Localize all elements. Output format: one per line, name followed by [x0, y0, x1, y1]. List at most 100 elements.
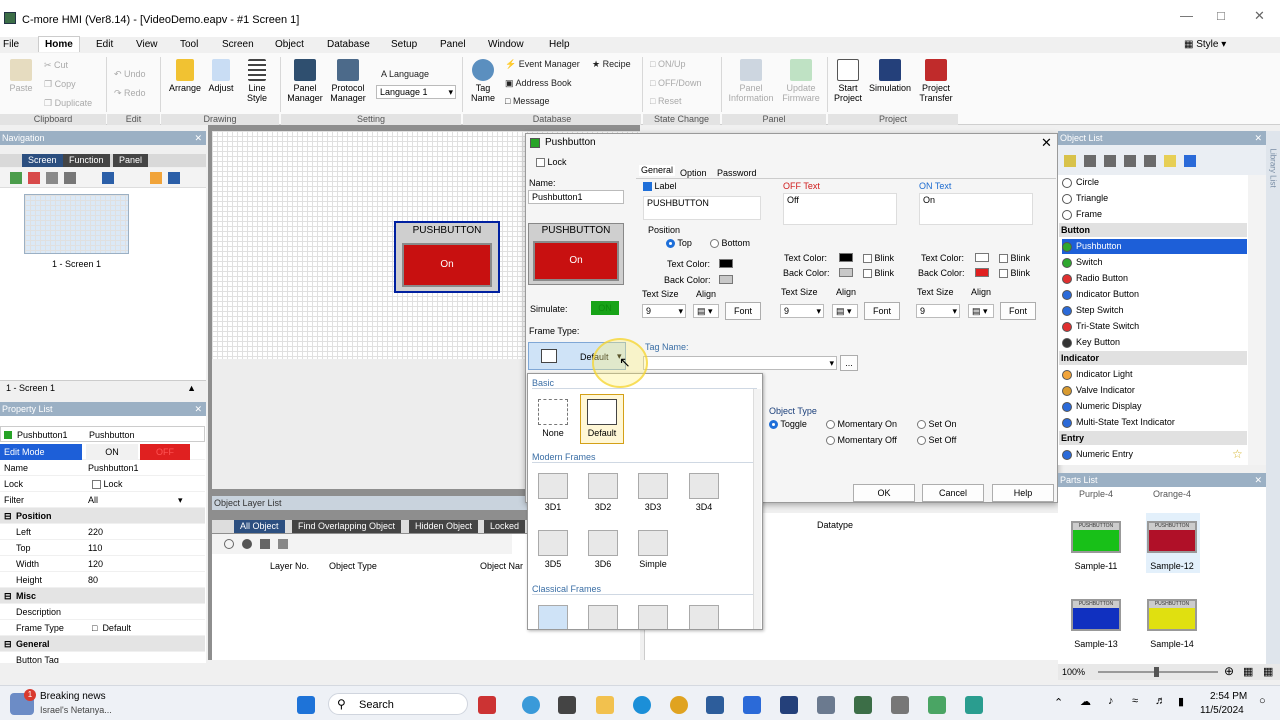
menu-panel[interactable]: Panel: [440, 39, 466, 50]
recipe-button[interactable]: ★ Recipe: [592, 59, 631, 70]
object-list-item[interactable]: Tri-State Switch: [1062, 319, 1139, 334]
label-align-select[interactable]: ▤ ▾: [693, 304, 719, 318]
menu-help[interactable]: Help: [549, 39, 570, 50]
frame-option-3d5[interactable]: 3D5: [531, 525, 575, 575]
label-checkbox[interactable]: Label: [643, 181, 677, 192]
menu-tool[interactable]: Tool: [180, 39, 198, 50]
menu-home[interactable]: Home: [38, 36, 80, 52]
frame-option-classical[interactable]: [631, 600, 675, 629]
reset-button[interactable]: □ Reset: [650, 96, 681, 106]
off-text-blink-checkbox[interactable]: Blink: [863, 253, 894, 264]
frame-option-classical[interactable]: [581, 600, 625, 629]
undo-button[interactable]: ↶ Undo: [114, 69, 146, 80]
redo-button[interactable]: ↷ Redo: [114, 88, 146, 99]
frame-option-classical[interactable]: [682, 600, 726, 629]
adjust-button[interactable]: Adjust: [205, 59, 237, 93]
object-list-item[interactable]: Switch: [1062, 255, 1103, 270]
frame-option-3d3[interactable]: 3D3: [631, 468, 675, 518]
property-row[interactable]: Description: [0, 604, 205, 620]
project-transfer-button[interactable]: Project Transfer: [916, 59, 956, 103]
visibility-icon[interactable]: [242, 539, 252, 549]
type-set-on-radio[interactable]: Set On: [917, 419, 957, 430]
lock-checkbox[interactable]: Lock: [92, 476, 123, 492]
app-icon[interactable]: [891, 696, 909, 714]
on-font-button[interactable]: Font: [1000, 302, 1036, 320]
cut-button[interactable]: ✂ Cut: [44, 60, 68, 71]
refresh-icon[interactable]: [1144, 155, 1156, 167]
tab-general[interactable]: General: [639, 165, 676, 176]
close-icon[interactable]: ✕: [194, 402, 202, 416]
microphone-icon[interactable]: ♪: [1108, 695, 1114, 707]
off-text-size-select[interactable]: 9 ▾: [780, 304, 824, 318]
protocol-manager-button[interactable]: Protocol Manager: [327, 59, 369, 103]
object-list-item[interactable]: Valve Indicator: [1062, 383, 1135, 398]
part-sample[interactable]: PUSHBUTTON Sample-11: [1070, 521, 1122, 571]
object-list-item[interactable]: Numeric Entry: [1062, 447, 1133, 462]
off-text-input[interactable]: Off: [783, 193, 897, 225]
language-select[interactable]: Language 1 ▾: [376, 85, 456, 99]
refresh-icon[interactable]: [224, 539, 234, 549]
part-sample[interactable]: PUSHBUTTON Sample-12: [1146, 521, 1198, 571]
panel-information-button[interactable]: Panel Information: [725, 59, 777, 103]
object-list-item[interactable]: Triangle: [1062, 191, 1108, 206]
sort-icon[interactable]: [1084, 155, 1096, 167]
clock-date[interactable]: 11/5/2024: [1200, 705, 1244, 716]
terminal-icon[interactable]: [558, 696, 576, 714]
on-text-size-select[interactable]: 9 ▾: [916, 304, 960, 318]
view-icon[interactable]: [102, 172, 114, 184]
menu-object[interactable]: Object: [275, 39, 304, 50]
position-top-radio[interactable]: Top: [666, 238, 692, 249]
close-icon[interactable]: ✕: [1254, 131, 1262, 145]
label-text-size-select[interactable]: 9 ▾: [642, 304, 686, 318]
copy-screen-icon[interactable]: [46, 172, 58, 184]
property-row[interactable]: Filter All ▾: [0, 492, 205, 508]
app-icon[interactable]: [817, 696, 835, 714]
screen-select[interactable]: 1 - Screen 1 ▲: [0, 380, 206, 395]
frame-option-3d2[interactable]: 3D2: [581, 468, 625, 518]
off-align-select[interactable]: ▤ ▾: [832, 304, 858, 318]
clock-time[interactable]: 2:54 PM: [1210, 691, 1247, 702]
type-momentary-off-radio[interactable]: Momentary Off: [826, 435, 897, 446]
app-icon[interactable]: [965, 696, 983, 714]
part-sample[interactable]: PUSHBUTTON Sample-13: [1070, 599, 1122, 649]
app-icon[interactable]: [928, 696, 946, 714]
star-icon[interactable]: [1164, 155, 1176, 167]
frame-option-classical[interactable]: [531, 600, 575, 629]
label-font-button[interactable]: Font: [725, 302, 761, 320]
edit-mode-on[interactable]: ON: [86, 444, 138, 460]
dialog-close-icon[interactable]: ✕: [1041, 135, 1052, 151]
file-explorer-icon[interactable]: [596, 696, 614, 714]
tab-all-object[interactable]: All Object: [234, 520, 285, 533]
label-back-color-swatch[interactable]: [719, 275, 733, 284]
object-list-item[interactable]: Key Button: [1062, 335, 1120, 350]
on-text-input[interactable]: On: [919, 193, 1033, 225]
wifi-icon[interactable]: ≈: [1132, 695, 1138, 707]
filter-icon[interactable]: [1104, 155, 1116, 167]
menu-edit[interactable]: Edit: [96, 39, 113, 50]
menu-view[interactable]: View: [136, 39, 158, 50]
copy-button[interactable]: ❐ Copy: [44, 79, 76, 90]
help-button[interactable]: Help: [992, 484, 1054, 502]
grid-icon[interactable]: [1124, 155, 1136, 167]
add-screen-icon[interactable]: [10, 172, 22, 184]
cancel-button[interactable]: Cancel: [922, 484, 984, 502]
on-align-select[interactable]: ▤ ▾: [968, 304, 994, 318]
off-text-color-swatch[interactable]: [839, 253, 853, 262]
close-icon[interactable]: ✕: [1254, 473, 1262, 487]
property-row[interactable]: Name Pushbutton1: [0, 460, 205, 476]
tab-function[interactable]: Function: [63, 154, 110, 167]
unlock-icon[interactable]: [278, 539, 288, 549]
on-text-blink-checkbox[interactable]: Blink: [999, 253, 1030, 264]
category-position[interactable]: Position ⊟: [0, 508, 205, 524]
event-manager-button[interactable]: ⚡ Event Manager: [505, 59, 580, 70]
object-list-scrollbar[interactable]: [1248, 175, 1266, 465]
object-list-item[interactable]: Radio Button: [1062, 271, 1128, 286]
frame-option-simple[interactable]: Simple: [631, 525, 675, 575]
language-button[interactable]: A Language: [381, 69, 429, 79]
app-icon[interactable]: [478, 696, 496, 714]
chrome-icon[interactable]: [670, 696, 688, 714]
speaker-icon[interactable]: ♬: [1155, 695, 1166, 707]
copilot-icon[interactable]: [522, 696, 540, 714]
simulate-toggle[interactable]: ON: [591, 301, 619, 315]
object-list-item[interactable]: Step Switch: [1062, 303, 1124, 318]
